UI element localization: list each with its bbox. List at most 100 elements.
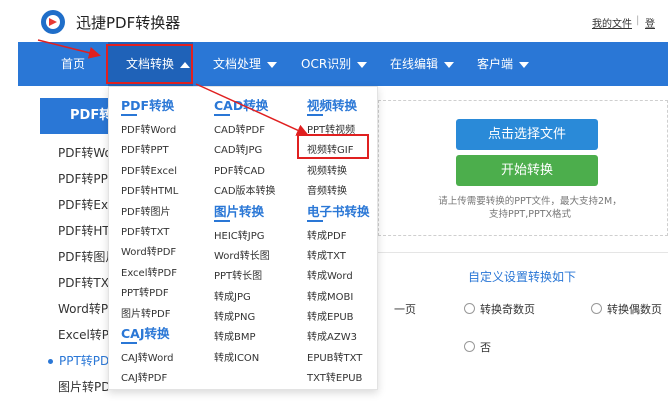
- sidebar-item-pdf-html[interactable]: PDF转HT: [40, 218, 110, 244]
- upload-hint-line2: 支持PPT,PPTX格式: [488, 209, 572, 220]
- menu-cad-version[interactable]: CAD版本转换: [214, 182, 276, 197]
- active-dot-icon: [48, 359, 53, 364]
- menu-to-bmp[interactable]: 转成BMP: [214, 328, 256, 343]
- menu-ebook-to-pdf[interactable]: 转成PDF: [307, 227, 346, 242]
- nav-online-edit[interactable]: 在线编辑: [390, 42, 455, 86]
- heading-underline: [121, 114, 137, 116]
- sidebar-item-pdf-word[interactable]: PDF转Wo: [40, 140, 110, 166]
- ebook-convert-heading: 电子书转换: [307, 204, 370, 219]
- nav-doc-process[interactable]: 文档处理: [213, 42, 278, 86]
- video-gif-highlight-box: [297, 134, 369, 159]
- menu-pdf-to-cad[interactable]: PDF转CAD: [214, 162, 265, 177]
- sidebar-item-image-pdf[interactable]: 图片转PD: [40, 374, 110, 400]
- sidebar-item-label: PDF转HT: [58, 224, 110, 238]
- menu-pdf-to-word[interactable]: PDF转Word: [121, 121, 176, 136]
- cad-convert-heading: CAD转换: [214, 98, 269, 113]
- menu-epub-to-txt[interactable]: EPUB转TXT: [307, 349, 362, 364]
- menu-pdf-to-excel[interactable]: PDF转Excel: [121, 162, 177, 177]
- menu-ebook-to-txt[interactable]: 转成TXT: [307, 247, 346, 262]
- menu-excel-to-pdf[interactable]: Excel转PDF: [121, 264, 177, 279]
- menu-cad-to-pdf[interactable]: CAD转PDF: [214, 121, 265, 136]
- sidebar-item-label: PPT转PD: [59, 354, 110, 368]
- menu-word-to-pdf[interactable]: Word转PDF: [121, 243, 176, 258]
- menu-ebook-to-mobi[interactable]: 转成MOBI: [307, 288, 353, 303]
- heading-underline: [214, 114, 230, 116]
- nav-doc-process-label: 文档处理: [213, 57, 262, 71]
- menu-heic-to-jpg[interactable]: HEIC转JPG: [214, 227, 265, 242]
- sidebar-item-label: 图片转PD: [58, 380, 110, 394]
- sidebar-item-pdf-txt[interactable]: PDF转TX: [40, 270, 110, 296]
- nav-home[interactable]: 首页: [61, 42, 85, 86]
- sidebar-item-ppt-pdf[interactable]: PPT转PD: [40, 348, 110, 374]
- heading-underline: [307, 220, 323, 222]
- menu-pdf-to-ppt[interactable]: PDF转PPT: [121, 141, 169, 156]
- radio-no[interactable]: [464, 341, 475, 352]
- sidebar-list: PDF转Wo PDF转PP PDF转Exc PDF转HT PDF转图片 PDF转…: [40, 140, 110, 400]
- header-separator: |: [636, 15, 640, 26]
- page-option-fragment: 一页: [394, 303, 416, 316]
- section-divider: [378, 252, 668, 253]
- sidebar-item-pdf-image[interactable]: PDF转图片: [40, 244, 110, 270]
- choose-file-button[interactable]: 点击选择文件: [456, 119, 598, 150]
- nav-ocr[interactable]: OCR识别: [301, 42, 368, 86]
- radio-even-pages[interactable]: [591, 303, 602, 314]
- menu-ebook-to-epub[interactable]: 转成EPUB: [307, 308, 354, 323]
- menu-ppt-to-pdf[interactable]: PPT转PDF: [121, 284, 169, 299]
- sidebar-item-pdf-ppt[interactable]: PDF转PP: [40, 166, 110, 192]
- sidebar-item-excel-pdf[interactable]: Excel转P: [40, 322, 110, 348]
- nav-home-label: 首页: [61, 57, 86, 71]
- menu-ppt-to-long-image[interactable]: PPT转长图: [214, 267, 262, 282]
- nav-client[interactable]: 客户端: [477, 42, 530, 86]
- menu-ebook-to-word[interactable]: 转成Word: [307, 267, 353, 282]
- menu-to-png[interactable]: 转成PNG: [214, 308, 255, 323]
- app-title: 迅捷PDF转换器: [76, 14, 181, 32]
- menu-txt-to-epub[interactable]: TXT转EPUB: [307, 369, 362, 384]
- sidebar-item-pdf-excel[interactable]: PDF转Exc: [40, 192, 110, 218]
- upload-hint-line1: 请上传需要转换的PPT文件，最大支持2M，: [438, 196, 622, 207]
- nav-highlight-box: [106, 44, 193, 84]
- my-files-link[interactable]: 我的文件: [592, 15, 632, 30]
- menu-to-icon[interactable]: 转成ICON: [214, 349, 259, 364]
- menu-image-to-pdf[interactable]: 图片转PDF: [121, 305, 170, 320]
- heading-underline: [214, 220, 230, 222]
- sidebar-item-label: Excel转P: [58, 328, 110, 342]
- radio-odd-pages[interactable]: [464, 303, 475, 314]
- sidebar-item-label: PDF转Exc: [58, 198, 110, 212]
- radio-odd-label: 转换奇数页: [480, 303, 535, 316]
- radio-even-label: 转换偶数页: [607, 303, 662, 316]
- image-convert-heading: 图片转换: [214, 204, 265, 219]
- menu-caj-to-word[interactable]: CAJ转Word: [121, 349, 173, 364]
- menu-video-convert[interactable]: 视频转换: [307, 162, 347, 177]
- start-convert-button[interactable]: 开始转换: [456, 155, 598, 186]
- login-link[interactable]: 登: [645, 15, 655, 30]
- menu-cad-to-jpg[interactable]: CAD转JPG: [214, 141, 262, 156]
- sidebar-item-label: PDF转Wo: [58, 146, 110, 160]
- menu-ebook-to-azw3[interactable]: 转成AZW3: [307, 328, 357, 343]
- menu-word-to-long-image[interactable]: Word转长图: [214, 247, 270, 262]
- menu-caj-to-pdf[interactable]: CAJ转PDF: [121, 369, 167, 384]
- nav-ocr-label: OCR识别: [301, 57, 352, 71]
- sidebar-item-label: PDF转TX: [58, 276, 109, 290]
- sidebar-item-label: PDF转图片: [58, 250, 110, 264]
- caj-convert-heading: CAJ转换: [121, 326, 170, 341]
- caret-down-icon: [267, 61, 278, 68]
- sidebar-item-word-pdf[interactable]: Word转P: [40, 296, 110, 322]
- caret-down-icon: [357, 61, 368, 68]
- sidebar-item-label: Word转P: [58, 302, 109, 316]
- radio-no-label: 否: [480, 341, 491, 354]
- upload-hint: 请上传需要转换的PPT文件，最大支持2M， 支持PPT,PPTX格式: [420, 195, 640, 221]
- menu-to-jpg[interactable]: 转成JPG: [214, 288, 251, 303]
- pdf-convert-heading: PDF转换: [121, 98, 175, 113]
- settings-title: 自定义设置转换如下: [468, 270, 577, 284]
- video-convert-heading: 视频转换: [307, 98, 358, 113]
- doc-convert-dropdown: PDF转换 PDF转Word PDF转PPT PDF转Excel PDF转HTM…: [108, 86, 378, 390]
- heading-underline: [121, 342, 137, 344]
- menu-audio-convert[interactable]: 音频转换: [307, 182, 347, 197]
- heading-underline: [307, 114, 323, 116]
- sidebar-title: PDF转: [40, 98, 110, 134]
- menu-pdf-to-image[interactable]: PDF转图片: [121, 203, 170, 218]
- menu-pdf-to-txt[interactable]: PDF转TXT: [121, 223, 169, 238]
- menu-pdf-to-html[interactable]: PDF转HTML: [121, 182, 178, 197]
- sidebar-item-label: PDF转PP: [58, 172, 108, 186]
- app-logo-icon: [41, 10, 65, 34]
